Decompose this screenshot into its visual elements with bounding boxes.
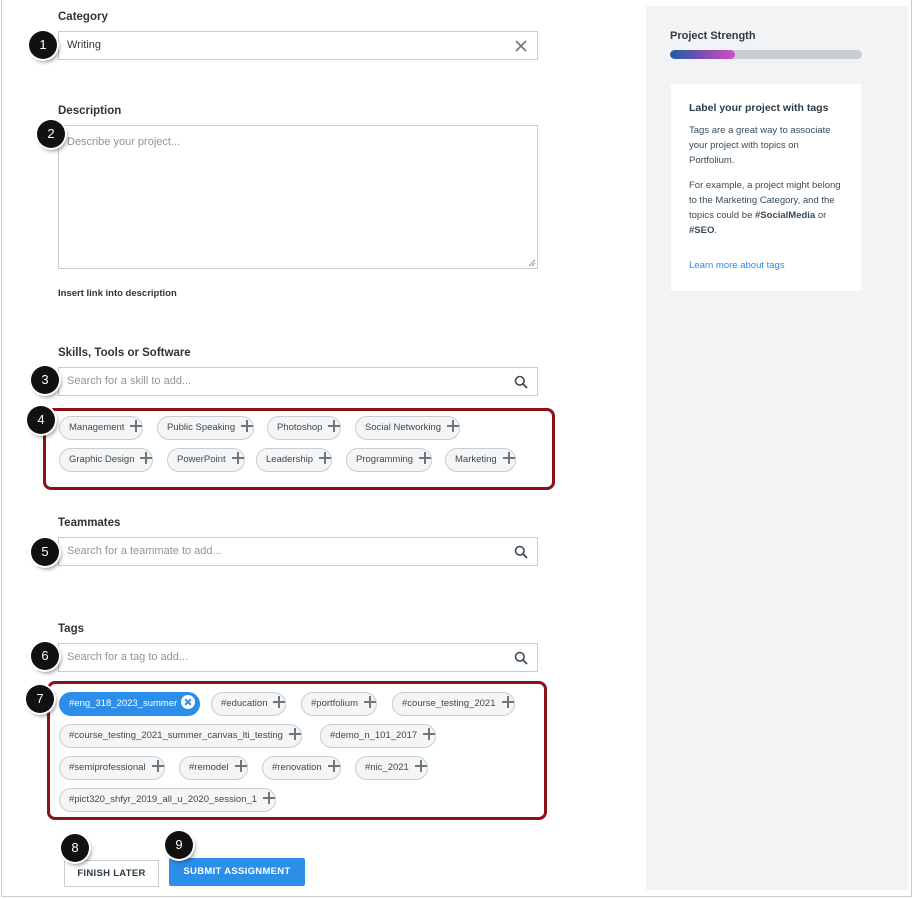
skill-chip[interactable]: Programming xyxy=(346,448,433,472)
sidebar: Project Strength Label your project with… xyxy=(646,6,908,890)
annotation-badge: 3 xyxy=(31,366,59,394)
add-icon xyxy=(502,452,515,464)
annotation-badge: 6 xyxy=(31,642,59,670)
skills-label: Skills, Tools or Software xyxy=(58,347,191,359)
description-textarea[interactable]: Describe your project... xyxy=(58,125,538,269)
description-placeholder: Describe your project... xyxy=(67,136,181,148)
project-strength-title: Project Strength xyxy=(670,30,756,42)
skill-chip[interactable]: Public Speaking xyxy=(157,416,255,440)
skill-chip[interactable]: Management xyxy=(59,416,144,440)
annotation-badge: 1 xyxy=(29,31,57,59)
add-icon xyxy=(414,760,427,772)
skill-chip[interactable]: Marketing xyxy=(445,448,516,472)
card-example-paragraph: For example, a project might belong to t… xyxy=(689,180,841,236)
add-icon xyxy=(241,420,254,432)
skill-chip[interactable]: Photoshop xyxy=(267,416,342,440)
clear-icon[interactable] xyxy=(514,39,528,53)
search-icon xyxy=(514,545,528,559)
tag-chip[interactable]: #course_testing_2021 xyxy=(392,692,515,716)
remove-tag-icon[interactable] xyxy=(181,695,196,709)
tag-chip[interactable]: #pict320_shfyr_2019_all_u_2020_session_1 xyxy=(59,788,277,812)
add-icon xyxy=(328,420,341,432)
add-icon xyxy=(263,792,276,804)
finish-later-button[interactable]: FINISH LATER xyxy=(64,860,159,887)
submit-assignment-button[interactable]: SUBMIT ASSIGNMENT xyxy=(169,858,305,886)
tags-label: Tags xyxy=(58,623,84,635)
learn-more-link[interactable]: Learn more about tags xyxy=(689,260,785,271)
annotation-badge: 7 xyxy=(26,685,54,713)
skills-search-input[interactable]: Search for a skill to add... xyxy=(58,367,538,396)
add-icon xyxy=(130,420,143,432)
tag-chip[interactable]: #renovation xyxy=(262,756,341,780)
add-icon xyxy=(327,760,340,772)
tag-chip[interactable]: #course_testing_2021_summer_canvas_lti_t… xyxy=(59,724,302,748)
tag-chip[interactable]: #demo_n_101_2017 xyxy=(320,724,437,748)
annotation-badge: 9 xyxy=(165,831,193,859)
selected-tag-chip[interactable]: #eng_318_2023_summer xyxy=(59,692,201,716)
tag-chip[interactable]: #education xyxy=(211,692,287,716)
category-label: Category xyxy=(58,11,108,23)
card-title: Label your project with tags xyxy=(689,102,829,114)
category-value: Writing xyxy=(67,39,102,51)
add-icon xyxy=(288,728,301,740)
add-icon xyxy=(419,452,432,464)
tags-placeholder: Search for a tag to add... xyxy=(67,651,189,663)
category-field[interactable]: Writing xyxy=(58,31,538,60)
annotation-badge: 2 xyxy=(37,120,65,148)
tag-chip[interactable]: #semiprofessional xyxy=(59,756,165,780)
project-strength-fill xyxy=(670,50,736,59)
teammates-search-input[interactable]: Search for a teammate to add... xyxy=(58,537,538,566)
search-icon xyxy=(514,375,528,389)
add-icon xyxy=(364,696,376,708)
tag-chip[interactable]: #nic_2021 xyxy=(355,756,428,780)
teammates-label: Teammates xyxy=(58,517,121,529)
annotation-badge: 5 xyxy=(31,538,59,566)
card-paragraph: Tags are a great way to associate your p… xyxy=(689,125,831,166)
annotation-badge: 8 xyxy=(61,834,89,862)
add-icon xyxy=(273,696,286,708)
resize-handle-icon[interactable] xyxy=(528,259,536,267)
search-icon xyxy=(514,651,528,665)
add-icon xyxy=(231,452,244,464)
add-icon xyxy=(501,696,514,708)
skill-chip[interactable]: Leadership xyxy=(256,448,333,472)
annotation-badge: 4 xyxy=(27,406,55,434)
skill-chip[interactable]: PowerPoint xyxy=(167,448,245,472)
add-icon xyxy=(140,452,153,464)
add-icon xyxy=(423,728,436,740)
project-strength-bar xyxy=(670,50,862,59)
tag-chip[interactable]: #portfolium xyxy=(301,692,377,716)
skill-chip[interactable]: Graphic Design xyxy=(59,448,154,472)
skill-chip[interactable]: Social Networking xyxy=(355,416,461,440)
add-icon xyxy=(447,420,460,432)
skills-placeholder: Search for a skill to add... xyxy=(67,375,192,387)
add-icon xyxy=(319,452,332,464)
teammates-placeholder: Search for a teammate to add... xyxy=(67,545,222,557)
add-icon xyxy=(234,760,247,772)
insert-link-button[interactable]: Insert link into description xyxy=(58,288,177,299)
tag-chip[interactable]: #remodel xyxy=(179,756,248,780)
tags-info-card: Label your project with tags Tags are a … xyxy=(671,84,861,291)
description-label: Description xyxy=(58,105,122,117)
tags-search-input[interactable]: Search for a tag to add... xyxy=(58,643,538,672)
add-icon xyxy=(151,760,164,772)
